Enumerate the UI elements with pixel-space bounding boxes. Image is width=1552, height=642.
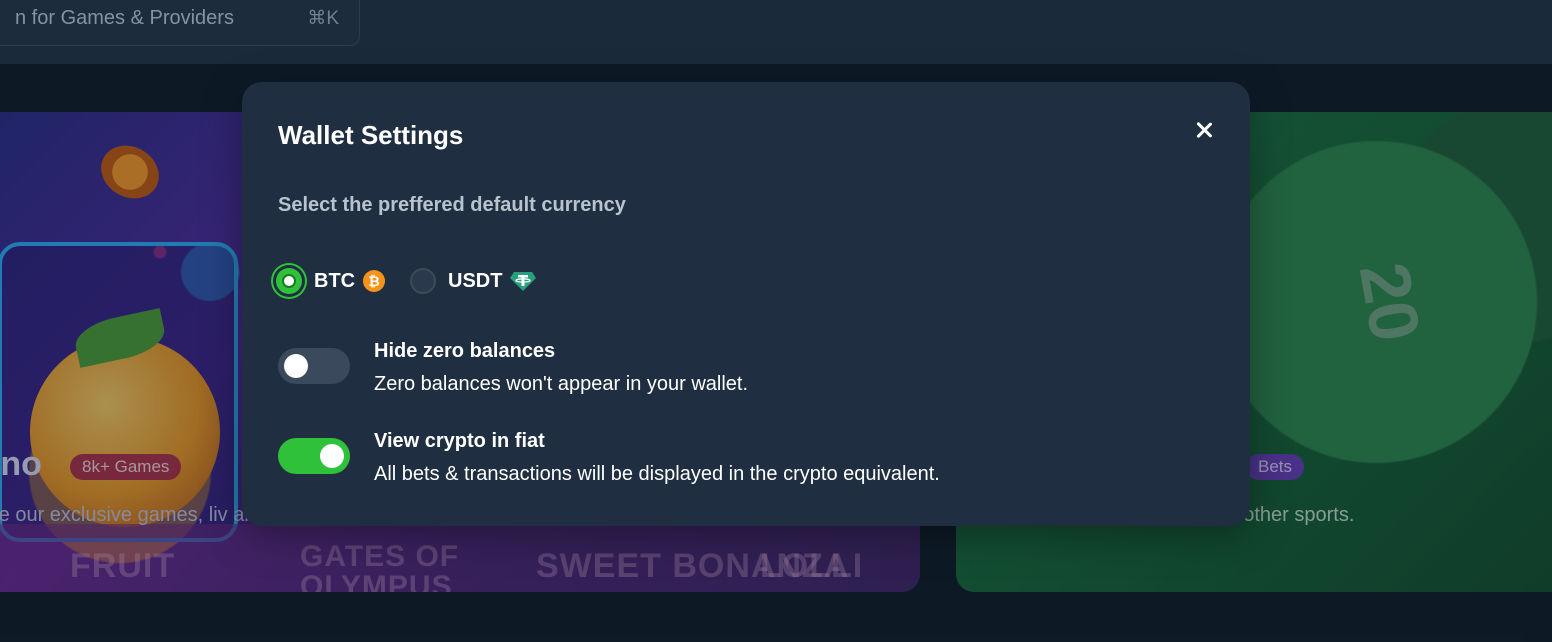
setting-description: Zero balances won't appear in your walle…: [374, 373, 749, 395]
toggle-knob: [284, 354, 308, 378]
currency-label: USDT: [448, 269, 503, 292]
search-input[interactable]: n for Games & Providers ⌘K: [0, 0, 360, 46]
search-shortcut-hint: ⌘K: [307, 8, 339, 29]
radio-unchecked-icon[interactable]: [410, 268, 436, 294]
setting-description: All bets & transactions will be displaye…: [374, 463, 940, 485]
radio-checked-icon[interactable]: [276, 268, 302, 294]
setting-title: View crypto in fiat: [374, 430, 545, 452]
tether-icon: [510, 272, 537, 291]
currency-label: BTC: [314, 269, 356, 292]
currency-subtitle: Select the preffered default currency: [278, 194, 626, 216]
toggle-knob: [320, 444, 344, 468]
close-icon[interactable]: [1192, 118, 1216, 142]
wallet-settings-modal: Wallet Settings Select the preffered def…: [242, 82, 1250, 526]
currency-option-usdt[interactable]: USDT: [410, 266, 537, 296]
view-crypto-in-fiat-toggle[interactable]: [278, 438, 350, 474]
hide-zero-balances-toggle[interactable]: [278, 348, 350, 384]
setting-title: Hide zero balances: [374, 340, 556, 362]
modal-title: Wallet Settings: [278, 120, 464, 150]
bitcoin-icon: ₿: [363, 270, 386, 292]
top-bar: n for Games & Providers ⌘K: [0, 0, 1552, 64]
search-placeholder: n for Games & Providers: [15, 7, 234, 29]
currency-option-btc[interactable]: BTC ₿: [276, 266, 386, 296]
